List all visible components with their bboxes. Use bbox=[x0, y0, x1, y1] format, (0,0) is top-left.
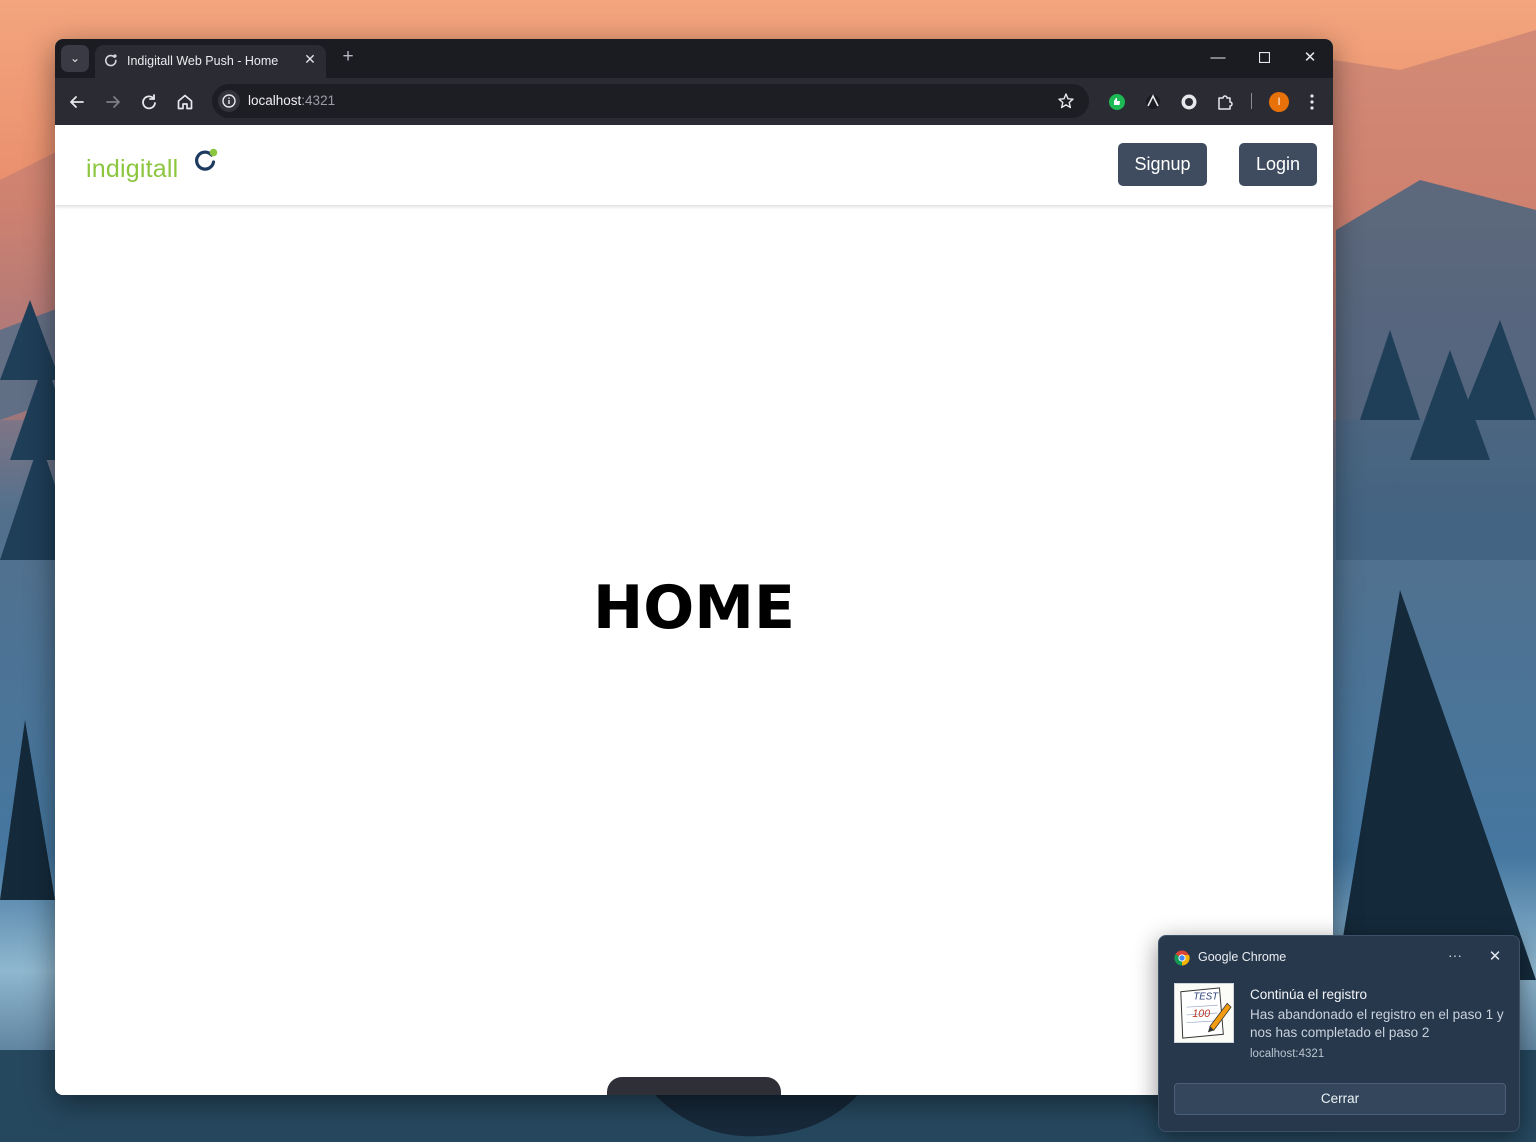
forward-icon[interactable] bbox=[102, 91, 124, 113]
maximize-icon[interactable] bbox=[1248, 46, 1280, 70]
browser-toolbar: localhost:4321 I bbox=[55, 78, 1333, 125]
tab-search-icon[interactable]: ⌄ bbox=[61, 45, 89, 72]
reload-icon[interactable] bbox=[138, 91, 160, 113]
chrome-logo-icon bbox=[1174, 950, 1190, 966]
svg-text:TEST: TEST bbox=[1193, 991, 1219, 1002]
minimize-icon[interactable]: — bbox=[1202, 46, 1234, 70]
site-info-icon[interactable] bbox=[218, 90, 240, 112]
home-icon[interactable] bbox=[174, 91, 196, 113]
more-options-icon[interactable]: ··· bbox=[1444, 946, 1466, 968]
notification-body: Has abandonado el registro en el paso 1 … bbox=[1250, 1007, 1504, 1040]
extension-icon[interactable] bbox=[1143, 92, 1163, 112]
toolbar-divider bbox=[1251, 93, 1252, 109]
tab-home[interactable]: Indigitall Web Push - Home ✕ bbox=[95, 45, 326, 78]
close-notification-button[interactable]: Cerrar bbox=[1174, 1083, 1506, 1115]
url-text: localhost:4321 bbox=[248, 93, 336, 108]
puzzle-icon[interactable] bbox=[1215, 92, 1235, 112]
profile-avatar[interactable]: I bbox=[1269, 92, 1289, 112]
extension-icon[interactable] bbox=[1107, 92, 1127, 112]
svg-text:100: 100 bbox=[1192, 1008, 1210, 1020]
logo-mark-icon bbox=[195, 148, 218, 171]
new-tab-button[interactable]: + bbox=[338, 47, 358, 67]
notification-title: Continúa el registro bbox=[1250, 987, 1368, 1002]
tab-title: Indigitall Web Push - Home bbox=[127, 54, 279, 68]
tab-strip: ⌄ Indigitall Web Push - Home ✕ + — ✕ bbox=[55, 39, 1333, 78]
site-navbar: indigitall Signup Login bbox=[55, 125, 1333, 205]
notification-image: TEST 100 bbox=[1174, 983, 1234, 1043]
notification-toast[interactable]: Google Chrome ··· ✕ TEST 100 Continúa el… bbox=[1158, 935, 1520, 1132]
bookmark-star-icon[interactable] bbox=[1057, 92, 1075, 110]
close-icon[interactable]: ✕ bbox=[302, 51, 318, 67]
window-close-icon[interactable]: ✕ bbox=[1294, 46, 1326, 70]
back-icon[interactable] bbox=[66, 91, 88, 113]
close-icon[interactable]: ✕ bbox=[1484, 946, 1506, 968]
address-bar[interactable]: localhost:4321 bbox=[212, 84, 1089, 118]
web-page: indigitall Signup Login HOME bbox=[55, 125, 1333, 1095]
floating-toolbar[interactable] bbox=[607, 1077, 781, 1095]
kebab-menu-icon[interactable] bbox=[1305, 91, 1319, 113]
notification-origin: localhost:4321 bbox=[1250, 1048, 1325, 1060]
page-title: HOME bbox=[593, 573, 795, 643]
signup-button[interactable]: Signup bbox=[1118, 143, 1207, 186]
login-button[interactable]: Login bbox=[1239, 143, 1317, 186]
favicon-icon bbox=[105, 54, 117, 67]
extension-icon[interactable] bbox=[1179, 92, 1199, 112]
browser-window: ⌄ Indigitall Web Push - Home ✕ + — ✕ loc… bbox=[55, 39, 1333, 1095]
notification-app-name: Google Chrome bbox=[1198, 950, 1287, 964]
